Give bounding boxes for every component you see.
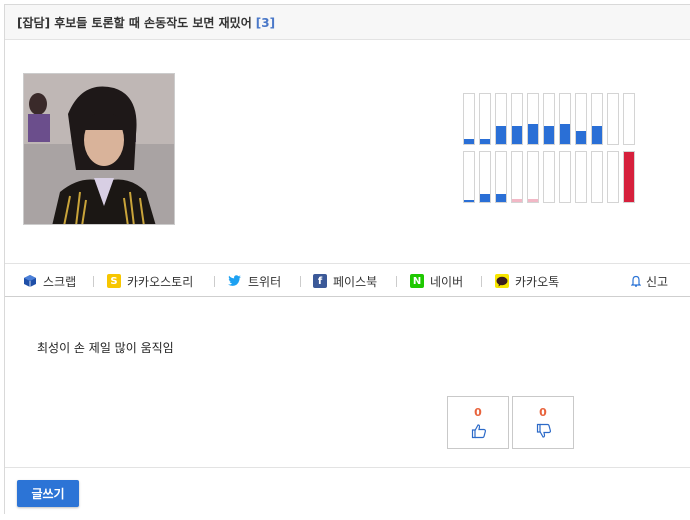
bottom-row-slot [559, 151, 571, 203]
top-row-level-fill [464, 139, 474, 144]
top-row-slot [463, 93, 475, 145]
post-title-text: [잡담] 후보들 토론할 때 손동작도 보면 재밌어 [17, 16, 252, 30]
kakaotalk-button[interactable]: 카카오톡 [495, 272, 559, 290]
top-row-level-fill [528, 124, 538, 144]
downvote-button[interactable]: 0 [512, 396, 574, 449]
post-container: [잡담] 후보들 토론할 때 손동작도 보면 재밌어 [3] 스크랩 S 카카오… [4, 4, 690, 515]
kakaotalk-icon [495, 274, 509, 288]
write-post-button[interactable]: 글쓰기 [17, 480, 79, 507]
top-row-level-fill [560, 124, 570, 144]
scrap-label: 스크랩 [43, 274, 77, 289]
top-row-level-fill [496, 126, 506, 144]
post-header: [잡담] 후보들 토론할 때 손동작도 보면 재밌어 [3] [5, 5, 690, 40]
bottom-row-level-fill [496, 194, 506, 202]
top-row-slot [623, 93, 635, 145]
bottom-row-level-fill [528, 199, 538, 202]
top-row-level-fill [480, 139, 490, 144]
facebook-button[interactable]: f 페이스북 [313, 272, 377, 290]
kakaostory-icon: S [107, 274, 121, 288]
bottom-row-slot [575, 151, 587, 203]
naver-button[interactable]: N 네이버 [410, 272, 463, 290]
post-photo [23, 73, 175, 225]
bottom-row-slot [511, 151, 523, 203]
top-row-slot [479, 93, 491, 145]
naver-icon: N [410, 274, 424, 288]
post-title: [잡담] 후보들 토론할 때 손동작도 보면 재밌어 [3] [17, 14, 275, 31]
photo-image [24, 74, 174, 224]
twitter-label: 트위터 [248, 274, 282, 289]
thumbs-up-icon [471, 424, 487, 439]
kakaostory-label: 카카오스토리 [127, 274, 194, 289]
comment-count[interactable]: [3] [256, 16, 275, 30]
top-row-level-fill [592, 126, 602, 144]
naver-label: 네이버 [430, 274, 464, 289]
downvote-count: 0 [539, 406, 547, 419]
thumbs-down-icon [536, 423, 552, 438]
bottom-row-level-fill [480, 194, 490, 202]
facebook-icon: f [313, 274, 327, 288]
report-button[interactable]: 신고 [631, 272, 668, 290]
gesture-level-widget [463, 93, 639, 205]
divider [93, 276, 94, 287]
divider [300, 276, 301, 287]
bottom-row-slot [607, 151, 619, 203]
level-bars [463, 93, 635, 203]
facebook-label: 페이스북 [333, 274, 378, 289]
scrap-button[interactable]: 스크랩 [23, 272, 76, 290]
divider [481, 276, 482, 287]
bell-icon [631, 274, 641, 288]
divider [214, 276, 215, 287]
top-row-slot [607, 93, 619, 145]
bottom-row-level-fill [464, 200, 474, 202]
bottom-row-slot [543, 151, 555, 203]
twitter-bird-icon [228, 274, 242, 288]
post-body: 최성이 손 제일 많이 움직임 [37, 341, 174, 355]
bottom-row-slot [463, 151, 475, 203]
bottom-action-bar: 글쓰기 [5, 467, 690, 515]
upvote-button[interactable]: 0 [447, 396, 509, 449]
twitter-button[interactable]: 트위터 [228, 272, 281, 290]
bottom-row-level-fill [624, 152, 634, 202]
bottom-row-level-fill [512, 199, 522, 202]
cube-icon [23, 274, 37, 288]
top-row-level-fill [512, 126, 522, 144]
kakaotalk-label: 카카오톡 [515, 274, 560, 289]
divider [396, 276, 397, 287]
share-bar: 스크랩 S 카카오스토리 트위터 f 페이스북 N 네이버 카카오톡 신고 [5, 263, 690, 297]
top-row-level-fill [544, 126, 554, 144]
bottom-row-slot [591, 151, 603, 203]
upvote-count: 0 [474, 406, 482, 419]
report-label: 신고 [646, 274, 669, 289]
top-row-level-fill [576, 131, 586, 144]
kakaostory-button[interactable]: S 카카오스토리 [107, 272, 193, 290]
bottom-row-slot [527, 151, 539, 203]
